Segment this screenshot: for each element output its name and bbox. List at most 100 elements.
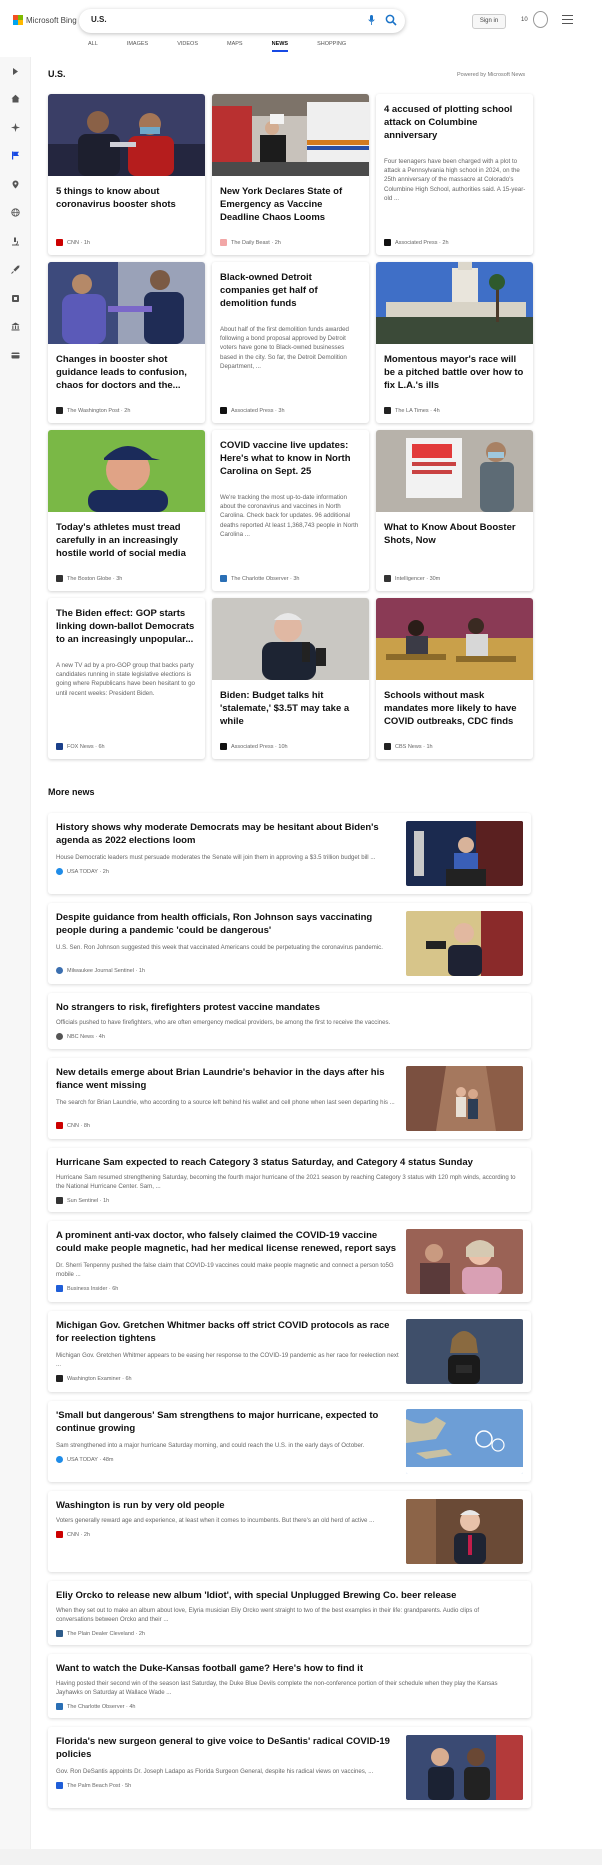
card-source: The Boston Globe · 3h <box>56 575 122 582</box>
microscope-icon[interactable] <box>11 237 20 246</box>
sparkle-icon[interactable] <box>11 123 20 132</box>
item-source: The Palm Beach Post · 5h <box>56 1782 131 1789</box>
news-card[interactable]: Biden: Budget talks hit 'stalemate,' $3.… <box>212 598 369 759</box>
news-card[interactable]: 5 things to know about coronavirus boost… <box>48 94 205 255</box>
home-icon[interactable] <box>11 94 20 103</box>
film-icon[interactable] <box>11 294 20 303</box>
news-list-item[interactable]: History shows why moderate Democrats may… <box>48 813 531 894</box>
card-icon[interactable] <box>11 351 20 360</box>
news-card[interactable]: Schools without mask mandates more likel… <box>376 598 533 759</box>
item-title[interactable]: History shows why moderate Democrats may… <box>56 821 401 847</box>
item-source: Business Insider · 6h <box>56 1285 118 1292</box>
card-title[interactable]: COVID vaccine live updates: Here's what … <box>220 439 360 478</box>
boston-globe-logo-icon <box>56 575 63 582</box>
card-source: The Daily Beast · 2h <box>220 239 281 246</box>
search-input[interactable]: U.S. <box>91 15 107 24</box>
news-list-item[interactable]: Florida's new surgeon general to give vo… <box>48 1727 531 1808</box>
expand-sidebar-icon[interactable] <box>11 67 20 76</box>
flag-icon[interactable] <box>11 151 20 160</box>
ron-johnson-photo <box>406 911 523 976</box>
news-card[interactable]: The Biden effect: GOP starts linking dow… <box>48 598 205 759</box>
news-list-item[interactable]: Washington is run by very old people Vot… <box>48 1491 531 1572</box>
bing-logo[interactable]: Microsoft Bing <box>13 15 77 25</box>
search-icon[interactable] <box>385 14 397 26</box>
item-title[interactable]: Florida's new surgeon general to give vo… <box>56 1735 401 1761</box>
nbc-news-logo-icon <box>56 1033 63 1040</box>
intelligencer-logo-icon <box>384 575 391 582</box>
item-description: Hurricane Sam resumed strengthening Satu… <box>56 1174 516 1190</box>
sign-in-button[interactable]: Sign in <box>472 14 506 29</box>
item-title[interactable]: Washington is run by very old people <box>56 1499 401 1512</box>
item-source: CNN · 8h <box>56 1122 90 1129</box>
item-title[interactable]: Want to watch the Duke-Kansas football g… <box>56 1662 516 1675</box>
item-title[interactable]: Eliy Orcko to release new album 'Idiot',… <box>56 1589 516 1602</box>
news-card[interactable]: Black-owned Detroit companies get half o… <box>212 262 369 423</box>
news-card[interactable]: COVID vaccine live updates: Here's what … <box>212 430 369 591</box>
card-description: We're tracking the most up-to-date infor… <box>220 494 359 538</box>
news-list-item[interactable]: Despite guidance from health officials, … <box>48 903 531 984</box>
powered-by-label[interactable]: Powered by Microsoft News <box>457 72 525 78</box>
card-title[interactable]: Today's athletes must tread carefully in… <box>56 521 196 560</box>
cnn-logo-icon <box>56 1531 63 1538</box>
rewards-points[interactable]: 10 <box>521 17 528 23</box>
card-source: Associated Press · 10h <box>220 743 288 750</box>
item-title[interactable]: 'Small but dangerous' Sam strengthens to… <box>56 1409 401 1435</box>
location-pin-icon[interactable] <box>11 180 20 189</box>
item-title[interactable]: Hurricane Sam expected to reach Category… <box>56 1156 516 1169</box>
card-title[interactable]: Momentous mayor's race will be a pitched… <box>384 353 524 392</box>
news-list-item[interactable]: No strangers to risk, firefighters prote… <box>48 993 531 1049</box>
card-title[interactable]: 4 accused of plotting school attack on C… <box>384 103 524 142</box>
hamburger-menu-icon[interactable] <box>562 15 573 24</box>
rewards-trophy-icon[interactable] <box>533 11 548 28</box>
tab-all[interactable]: ALL <box>88 41 98 47</box>
news-list-item[interactable]: Eliy Orcko to release new album 'Idiot',… <box>48 1581 531 1645</box>
booster-shot-photo <box>48 262 205 344</box>
news-card[interactable]: 4 accused of plotting school attack on C… <box>376 94 533 255</box>
card-title[interactable]: Schools without mask mandates more likel… <box>384 689 524 728</box>
card-title[interactable]: Biden: Budget talks hit 'stalemate,' $3.… <box>220 689 360 728</box>
item-source: USA TODAY · 2h <box>56 868 109 875</box>
news-card[interactable]: What to Know About Booster Shots, Now In… <box>376 430 533 591</box>
news-list-item[interactable]: A prominent anti-vax doctor, who falsely… <box>48 1221 531 1302</box>
tab-news[interactable]: NEWS <box>271 41 288 52</box>
tab-images[interactable]: IMAGES <box>127 41 148 47</box>
rocket-icon[interactable] <box>11 265 20 274</box>
search-box[interactable]: U.S. <box>79 9 405 33</box>
card-title[interactable]: Black-owned Detroit companies get half o… <box>220 271 360 310</box>
news-card[interactable]: Changes in booster shot guidance leads t… <box>48 262 205 423</box>
card-title[interactable]: What to Know About Booster Shots, Now <box>384 521 524 547</box>
item-title[interactable]: A prominent anti-vax doctor, who falsely… <box>56 1229 401 1255</box>
news-list-item[interactable]: 'Small but dangerous' Sam strengthens to… <box>48 1401 531 1482</box>
item-title[interactable]: New details emerge about Brian Laundrie'… <box>56 1066 401 1092</box>
news-list-item[interactable]: New details emerge about Brian Laundrie'… <box>48 1058 531 1139</box>
news-card[interactable]: New York Declares State of Emergency as … <box>212 94 369 255</box>
tab-maps[interactable]: MAPS <box>227 41 243 47</box>
news-card[interactable]: Today's athletes must tread carefully in… <box>48 430 205 591</box>
card-source: The Charlotte Observer · 3h <box>220 575 299 582</box>
item-title[interactable]: Despite guidance from health officials, … <box>56 911 401 937</box>
news-list-item[interactable]: Want to watch the Duke-Kansas football g… <box>48 1654 531 1718</box>
microphone-icon[interactable] <box>368 15 375 26</box>
item-title[interactable]: Michigan Gov. Gretchen Whitmer backs off… <box>56 1319 401 1345</box>
item-source: Milwaukee Journal Sentinel · 1h <box>56 967 145 974</box>
tab-videos[interactable]: VIDEOS <box>177 41 198 47</box>
card-title[interactable]: The Biden effect: GOP starts linking dow… <box>56 607 196 646</box>
vaccination-photo <box>48 94 205 176</box>
card-title[interactable]: Changes in booster shot guidance leads t… <box>56 353 196 392</box>
item-source: NBC News · 4h <box>56 1033 105 1040</box>
news-list-item[interactable]: Hurricane Sam expected to reach Category… <box>48 1148 531 1212</box>
card-title[interactable]: 5 things to know about coronavirus boost… <box>56 185 196 211</box>
news-list-item[interactable]: Michigan Gov. Gretchen Whitmer backs off… <box>48 1311 531 1392</box>
tab-shopping[interactable]: SHOPPING <box>317 41 346 47</box>
anti-vax-doctor-photo <box>406 1229 523 1294</box>
canyon-couple-photo <box>406 1066 523 1131</box>
cnn-logo-icon <box>56 239 63 246</box>
globe-icon[interactable] <box>11 208 20 217</box>
item-title[interactable]: No strangers to risk, firefighters prote… <box>56 1001 516 1014</box>
news-card[interactable]: Momentous mayor's race will be a pitched… <box>376 262 533 423</box>
item-source: Sun Sentinel · 1h <box>56 1197 109 1204</box>
bank-icon[interactable] <box>11 322 20 331</box>
card-title[interactable]: New York Declares State of Emergency as … <box>220 185 360 224</box>
microsoft-logo-icon <box>13 15 23 25</box>
card-source: CBS News · 1h <box>384 743 433 750</box>
